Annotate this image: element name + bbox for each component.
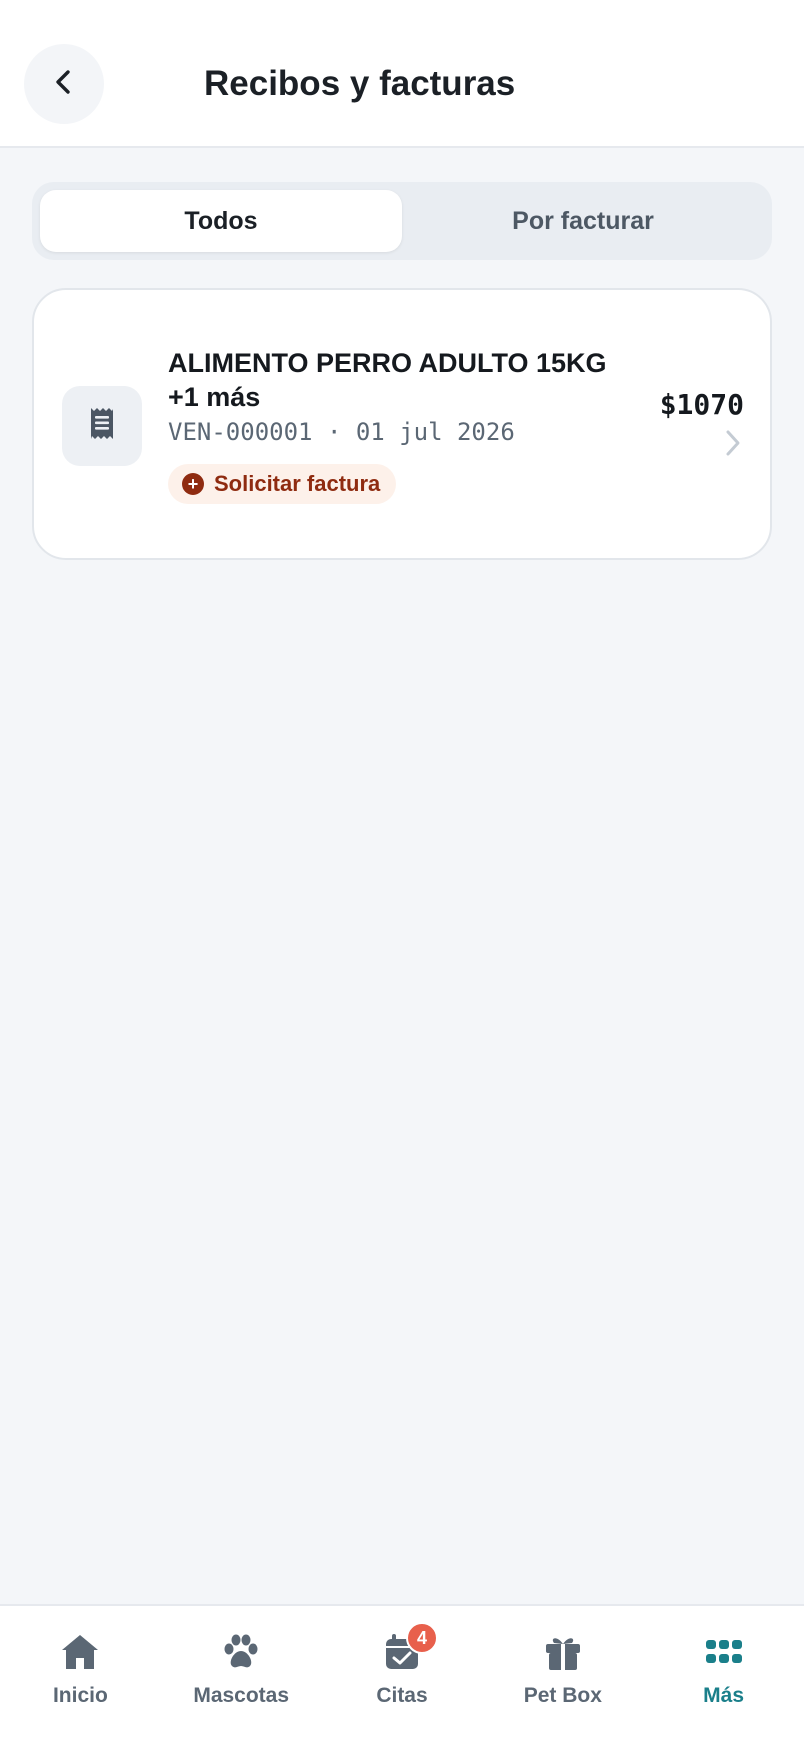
gift-icon <box>541 1630 585 1674</box>
bottom-nav: Inicio Mascotas 4 Citas Pet Box Más <box>0 1604 804 1740</box>
app-header: Recibos y facturas <box>0 0 804 148</box>
receipt-title: ALIMENTO PERRO ADULTO 15KG +1 más <box>168 346 608 414</box>
paw-icon <box>219 1630 263 1674</box>
nav-item-mascotas[interactable]: Mascotas <box>161 1606 322 1740</box>
nav-label-inicio: Inicio <box>52 1684 108 1707</box>
tab-por-facturar[interactable]: Por facturar <box>402 190 764 252</box>
nav-item-inicio[interactable]: Inicio <box>0 1606 161 1740</box>
nav-label-mas: Más <box>703 1684 745 1707</box>
plus-circle-icon: + <box>182 473 204 495</box>
receipt-icon <box>88 407 116 446</box>
receipt-title-line1: ALIMENTO PERRO ADULTO 15KG <box>168 348 607 378</box>
receipt-icon-container <box>62 386 142 466</box>
nav-label-pet-box: Pet Box <box>523 1684 602 1707</box>
chevron-left-icon <box>49 67 79 102</box>
receipt-card[interactable]: ALIMENTO PERRO ADULTO 15KG +1 más VEN-00… <box>32 288 772 560</box>
back-button[interactable] <box>24 44 104 124</box>
nav-item-mas[interactable]: Más <box>643 1606 804 1740</box>
nav-item-pet-box[interactable]: Pet Box <box>482 1606 643 1740</box>
grid-dots-icon <box>702 1630 746 1674</box>
receipt-title-line2: +1 más <box>168 382 261 412</box>
request-invoice-button[interactable]: + Solicitar factura <box>168 464 397 504</box>
receipt-meta: VEN-000001 · 01 jul 2026 <box>168 418 515 446</box>
tab-todos[interactable]: Todos <box>40 190 402 252</box>
appointments-badge: 4 <box>405 1622 438 1654</box>
nav-label-citas: Citas <box>376 1684 428 1707</box>
calendar-check-icon: 4 <box>380 1622 438 1674</box>
chevron-right-icon <box>724 428 742 463</box>
nav-item-citas[interactable]: 4 Citas <box>322 1606 483 1740</box>
receipt-amount: $1070 <box>659 388 744 421</box>
filter-tabs: Todos Por facturar <box>32 182 772 260</box>
nav-label-mascotas: Mascotas <box>193 1684 290 1707</box>
home-icon <box>58 1630 102 1674</box>
request-invoice-label: Solicitar factura <box>214 471 381 496</box>
page-title: Recibos y facturas <box>204 64 516 103</box>
